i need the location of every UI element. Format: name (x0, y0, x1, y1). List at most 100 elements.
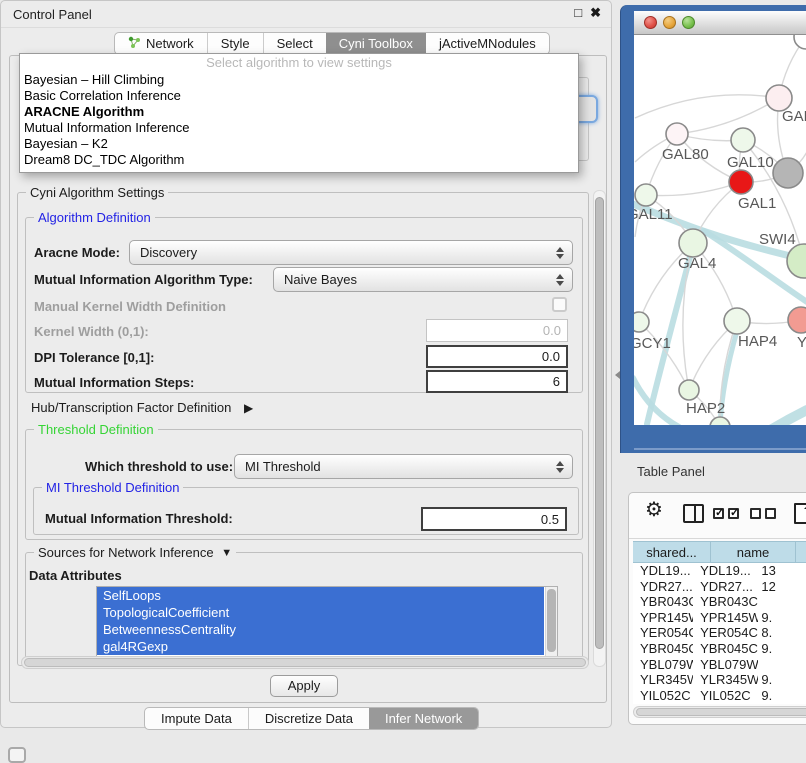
network-node-hap2[interactable] (679, 380, 699, 400)
sources-title-expander[interactable]: Sources for Network Inference ▼ (34, 545, 236, 560)
hub-definition-expander[interactable]: Hub/Transcription Factor Definition ▶ (31, 400, 253, 415)
mi-threshold-definition-title: MI Threshold Definition (42, 480, 183, 495)
table-panel-title: Table Panel (637, 464, 705, 479)
table-row[interactable]: YDL19...YDL19...13 (633, 563, 806, 579)
tab-select[interactable]: Select (263, 33, 326, 54)
attributes-list-scrollbar[interactable] (545, 587, 557, 656)
network-canvas[interactable]: GALGAL80GAL10GAL1GAL11SWI4GAL4GCY1HAP4YH… (634, 35, 806, 425)
table-cell: YBR043C (633, 594, 693, 610)
table-row[interactable]: YBR043CYBR043C (633, 594, 806, 610)
deselect-all-columns-icon[interactable] (750, 508, 776, 519)
zoom-window-button[interactable] (682, 16, 695, 29)
float-window-icon[interactable]: □ (574, 5, 582, 21)
network-node[interactable] (794, 35, 806, 49)
aracne-mode-combobox[interactable]: Discovery (129, 240, 573, 265)
scrollbar-thumb[interactable] (24, 658, 586, 667)
table-header: shared... name A (633, 541, 806, 563)
hub-definition-label: Hub/Transcription Factor Definition (31, 400, 231, 415)
select-all-columns-icon[interactable]: ✓✓ (713, 508, 739, 519)
tab-style[interactable]: Style (207, 33, 263, 54)
table-row[interactable]: YIL052CYIL052C9. (633, 688, 806, 704)
dpi-tolerance-field[interactable]: 0.0 (426, 345, 568, 368)
network-node-swi4[interactable] (787, 244, 806, 278)
mi-steps-field[interactable]: 6 (426, 370, 568, 393)
tab-infer-network[interactable]: Infer Network (369, 708, 478, 729)
network-node[interactable] (710, 417, 730, 425)
table-horizontal-scrollbar[interactable] (633, 706, 806, 718)
algorithm-option[interactable]: Dream8 DC_TDC Algorithm (20, 152, 578, 168)
network-node-label: GAL4 (678, 255, 716, 272)
network-graph[interactable]: GALGAL80GAL10GAL1GAL11SWI4GAL4GCY1HAP4YH… (634, 35, 806, 425)
table-row[interactable]: YPR145WYPR145W9. (633, 610, 806, 626)
new-table-icon[interactable] (794, 503, 806, 524)
network-node-gal11[interactable] (635, 184, 657, 206)
table-cell: YIL052C (693, 688, 758, 704)
network-frame-accent (634, 448, 806, 450)
column-header-partial[interactable]: A (796, 541, 806, 563)
mi-threshold-field[interactable]: 0.5 (421, 507, 567, 531)
mi-algorithm-type-combobox[interactable]: Naive Bayes (273, 267, 573, 292)
table-row[interactable]: YBR045CYBR045C9. (633, 641, 806, 657)
aracne-mode-label: Aracne Mode: (34, 245, 120, 260)
data-attribute-item[interactable]: gal4RGexp (97, 638, 544, 655)
settings-vertical-scrollbar[interactable] (593, 190, 606, 667)
column-header-shared-name[interactable]: shared... (633, 541, 711, 563)
data-attribute-item[interactable]: BetweennessCentrality (97, 621, 544, 638)
network-edge[interactable] (677, 98, 779, 134)
network-node-y[interactable] (788, 307, 806, 333)
network-node-gal4[interactable] (679, 229, 707, 257)
table-cell: YDR27... (693, 579, 758, 595)
table-row[interactable]: YLR345WYLR345W9. (633, 672, 806, 688)
scrollbar-thumb[interactable] (595, 197, 604, 649)
algorithm-option[interactable]: Bayesian – Hill Climbing (20, 72, 578, 88)
network-node-gal1[interactable] (729, 170, 753, 194)
network-node-hap4[interactable] (724, 308, 750, 334)
tab-discretize-data[interactable]: Discretize Data (248, 708, 369, 729)
algorithm-dropdown-placeholder: Select algorithm to view settings (20, 54, 578, 72)
close-window-icon[interactable]: ✖ (590, 5, 601, 21)
table-cell: YPR145W (633, 610, 693, 626)
which-threshold-combobox[interactable]: MI Threshold (234, 454, 573, 479)
table-row[interactable]: YER054CYER054C8. (633, 625, 806, 641)
network-node[interactable] (773, 158, 803, 188)
table-cell: YLR345W (693, 672, 758, 688)
scrollbar-thumb[interactable] (547, 589, 556, 652)
table-cell: YBR045C (633, 641, 693, 657)
algorithm-option[interactable]: ARACNE Algorithm (20, 104, 578, 120)
table-row[interactable]: YDR27...YDR27...12 (633, 579, 806, 595)
docked-panel-icon[interactable] (8, 747, 26, 763)
network-window-titlebar[interactable] (634, 11, 806, 35)
window-title: Control Panel (13, 7, 92, 22)
close-window-button[interactable] (644, 16, 657, 29)
network-edge[interactable] (635, 95, 779, 118)
tab-impute-data[interactable]: Impute Data (145, 708, 248, 729)
algorithm-option[interactable]: Basic Correlation Inference (20, 88, 578, 104)
tab-cyni-toolbox[interactable]: Cyni Toolbox (326, 33, 426, 54)
network-node-label: Y (797, 334, 806, 351)
data-attribute-item[interactable]: TopologicalCoefficient (97, 604, 544, 621)
network-node-gal10[interactable] (731, 128, 755, 152)
manual-kernel-checkbox[interactable] (552, 297, 567, 312)
gear-icon[interactable]: ⚙ (645, 497, 663, 522)
network-node-gal80[interactable] (666, 123, 688, 145)
tab-network[interactable]: Network (115, 33, 207, 54)
dpi-tolerance-label: DPI Tolerance [0,1]: (34, 350, 154, 365)
tab-jactivemnodules[interactable]: jActiveMNodules (426, 33, 549, 54)
table-row[interactable]: YBL079WYBL079W (633, 657, 806, 673)
algorithm-option[interactable]: Mutual Information Inference (20, 120, 578, 136)
data-attributes-list[interactable]: SelfLoopsTopologicalCoefficientBetweenne… (96, 586, 558, 657)
network-view-window: GALGAL80GAL10GAL1GAL11SWI4GAL4GCY1HAP4YH… (620, 5, 806, 453)
algorithm-option[interactable]: Bayesian – K2 (20, 136, 578, 152)
network-node-gcy1[interactable] (634, 312, 649, 332)
table-cell: 9. (758, 688, 806, 704)
table-cell: YDR27... (633, 579, 693, 595)
data-attribute-item[interactable]: SelfLoops (97, 587, 544, 604)
settings-horizontal-scrollbar[interactable] (21, 656, 589, 669)
column-header-name[interactable]: name (711, 541, 796, 563)
scrollbar-thumb[interactable] (636, 708, 806, 716)
network-edge-thick[interactable] (767, 410, 806, 425)
split-columns-icon[interactable] (683, 504, 704, 523)
apply-button[interactable]: Apply (270, 675, 338, 697)
minimize-window-button[interactable] (663, 16, 676, 29)
table-cell: YBL079W (693, 657, 758, 673)
